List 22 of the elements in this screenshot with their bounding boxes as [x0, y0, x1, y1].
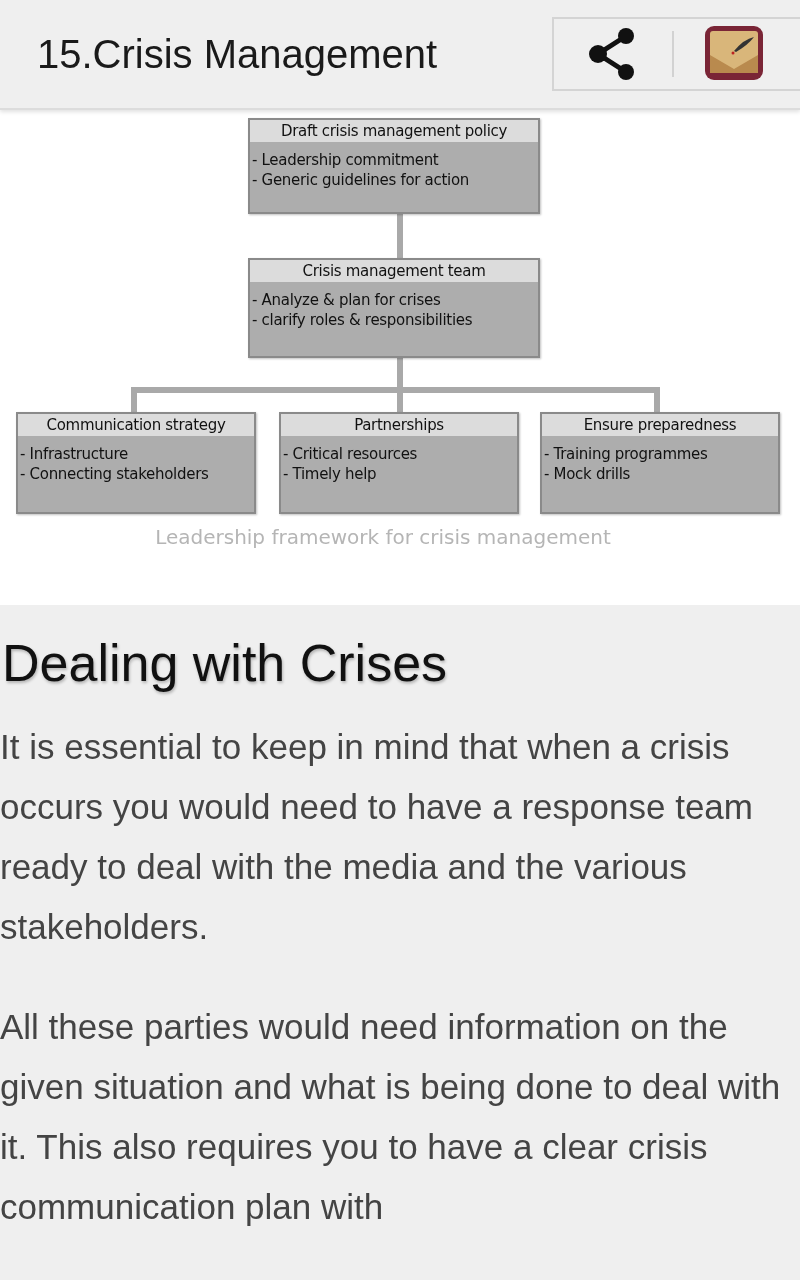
- node-item: - Leadership commitment: [252, 150, 440, 170]
- node-title: Crisis management team: [250, 260, 538, 282]
- node-title: Partnerships: [281, 414, 517, 436]
- node-item: - Generic guidelines for action: [252, 170, 470, 190]
- node-title: Communication strategy: [18, 414, 254, 436]
- node-item: - Mock drills: [544, 464, 632, 484]
- node-item: - Infrastructure: [20, 444, 130, 464]
- letter-with-quill-icon: [704, 25, 764, 83]
- node-item: - Analyze & plan for crises: [252, 290, 442, 310]
- node-item: - clarify roles & responsibilities: [252, 310, 474, 330]
- paragraph: It is essential to keep in mind that when a crisis occurs you would need to have a response team ready to deal with the media and the various stakeholders.: [0, 726, 754, 948]
- node-item: - Training programmes: [544, 444, 709, 464]
- node-item: - Critical resources: [283, 444, 419, 464]
- node-title: Draft crisis management policy: [250, 120, 538, 142]
- app-icon-button[interactable]: [704, 25, 764, 83]
- screen-title: 15.Crisis Management: [37, 31, 438, 77]
- node-item: - Connecting stakeholders: [20, 464, 210, 484]
- paragraph: All these parties would need information on the given situation and what is being done to deal with it. This also requires you to have a clear crisis communication plan with: [0, 1006, 782, 1228]
- node-item: - Timely help: [283, 464, 378, 484]
- node-title: Ensure preparedness: [542, 414, 778, 436]
- section-heading: Dealing with Crises: [2, 633, 449, 693]
- diagram-caption: Leadership framework for crisis management: [154, 525, 612, 549]
